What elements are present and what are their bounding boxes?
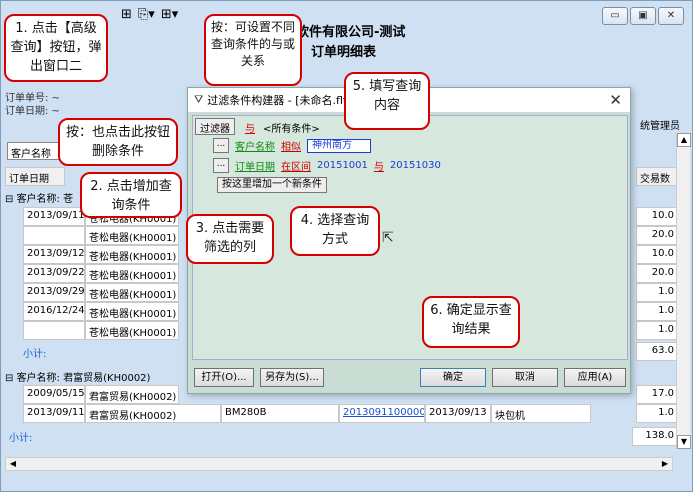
amount-cell: 1.0	[636, 404, 678, 423]
amount-cell: 20.0	[636, 226, 678, 245]
group-header[interactable]: ⊟ 客户名称: 君富贸易(KH0002)	[5, 369, 150, 384]
table-row[interactable]: 2013/09/12 苍松电器(KH0001)	[23, 245, 179, 264]
scroll-right-icon[interactable]: ▶	[658, 458, 672, 470]
col-order-date[interactable]: 订单日期	[5, 167, 65, 186]
callout-1: 1. 点击【高级查询】按钮，弹出窗口二	[4, 14, 108, 82]
and-or-toggle[interactable]: 与	[245, 120, 255, 135]
table-row[interactable]: 2009/05/15 君富贸易(KH0002)	[23, 385, 179, 404]
group-header[interactable]: ⊟ 客户名称: 苍	[5, 190, 73, 205]
condition-menu-button[interactable]: ...	[213, 138, 229, 153]
callout-2: 2. 点击增加查询条件	[80, 172, 182, 218]
report-title: 软件有限公司-测试	[296, 25, 406, 40]
subtotal-value: 63.0	[636, 342, 678, 361]
condition-row: ... 订单日期 在区间 20151001 与 20151030	[213, 158, 441, 173]
open-button[interactable]: 打开(O)...	[194, 368, 254, 387]
table-row[interactable]: 苍松电器(KH0001)	[23, 321, 179, 340]
amount-cell: 1.0	[636, 302, 678, 321]
operator-label: 统管理员	[640, 121, 680, 132]
window-controls: ▭ ▣ ✕	[602, 7, 684, 25]
callout-6: 6. 确定显示查询结果	[422, 296, 520, 348]
dialog-title: 过滤条件构建器 - [未命名.flt]	[207, 94, 352, 107]
maximize-button[interactable]: ▣	[630, 7, 656, 25]
table-row[interactable]: 2013/09/11 君富贸易(KH0002) BM280B 201309110…	[23, 404, 591, 423]
amount-cell: 17.0	[636, 385, 678, 404]
callout-delete: 按：也点击此按钮删除条件	[58, 118, 178, 166]
report-subtitle: 订单明细表	[311, 45, 377, 60]
table-icon[interactable]: ⊞▾	[161, 7, 178, 22]
condition-operator[interactable]: 相似	[281, 138, 301, 153]
scroll-down-icon[interactable]: ▼	[677, 435, 691, 449]
table-row[interactable]: 2016/12/24 苍松电器(KH0001)	[23, 302, 179, 321]
condition-value-input[interactable]: 神州南方	[307, 138, 371, 153]
table-row[interactable]: 2013/09/22 苍松电器(KH0001)	[23, 264, 179, 283]
add-condition-button[interactable]: 按这里增加一个新条件	[217, 177, 327, 193]
toolbar: ⊞ ⎘▾ ⊞▾	[121, 7, 178, 22]
scroll-up-icon[interactable]: ▲	[677, 133, 691, 147]
apply-button[interactable]: 应用(A)	[564, 368, 626, 387]
condition-operator[interactable]: 在区间	[281, 158, 311, 173]
cancel-button[interactable]: 取消	[492, 368, 558, 387]
ok-button[interactable]: 确定	[420, 368, 486, 387]
callout-5: 5. 填写查询内容	[344, 72, 430, 130]
filter-root-button[interactable]: 过滤器	[195, 118, 235, 135]
all-conditions-label: <所有条件>	[263, 124, 320, 135]
col-amount[interactable]: 交易数	[636, 167, 678, 186]
condition-menu-button[interactable]: ...	[213, 158, 229, 173]
save-as-button[interactable]: 另存为(S)...	[260, 368, 324, 387]
subtotal-label: 小计:	[23, 349, 47, 360]
order-link[interactable]: 20130911000002	[339, 404, 425, 423]
table-row[interactable]: 苍松电器(KH0001)	[23, 226, 179, 245]
condition-field[interactable]: 订单日期	[235, 158, 275, 173]
condition-value-from[interactable]: 20151001	[317, 160, 368, 171]
vertical-scrollbar[interactable]: ▲ ▼	[676, 133, 691, 449]
filter-icon: ⛛	[194, 93, 204, 106]
callout-3: 3. 点击需要筛选的列	[186, 214, 274, 264]
minimize-button[interactable]: ▭	[602, 7, 628, 25]
callout-4: 4. 选择查询方式	[290, 206, 380, 256]
condition-row: ... 客户名称 相似 神州南方	[213, 138, 371, 153]
amount-cell: 10.0	[636, 207, 678, 226]
amount-cell: 20.0	[636, 264, 678, 283]
order-date-label: 订单日期: ~	[5, 106, 60, 117]
callout-and-or: 按：可设置不同查询条件的与或关系	[204, 14, 302, 86]
export-icon[interactable]: ⎘▾	[138, 7, 155, 22]
scroll-left-icon[interactable]: ◀	[6, 458, 20, 470]
amount-cell: 1.0	[636, 321, 678, 340]
subtotal-value: 138.0	[632, 427, 678, 446]
close-button[interactable]: ✕	[658, 7, 684, 25]
table-row[interactable]: 2013/09/29 苍松电器(KH0001)	[23, 283, 179, 302]
amount-cell: 10.0	[636, 245, 678, 264]
amount-cell: 1.0	[636, 283, 678, 302]
dialog-close-icon[interactable]: ✕	[609, 91, 622, 109]
advanced-query-icon[interactable]: ⊞	[121, 7, 132, 22]
horizontal-scrollbar[interactable]: ◀ ▶	[5, 457, 673, 471]
condition-and: 与	[373, 162, 384, 173]
condition-value-to[interactable]: 20151030	[390, 160, 441, 171]
dialog-footer: 打开(O)... 另存为(S)... 确定 取消 应用(A)	[188, 361, 630, 393]
subtotal-label: 小计:	[9, 433, 33, 444]
cursor-icon: ⇱	[382, 230, 394, 246]
condition-field[interactable]: 客户名称	[235, 138, 275, 153]
